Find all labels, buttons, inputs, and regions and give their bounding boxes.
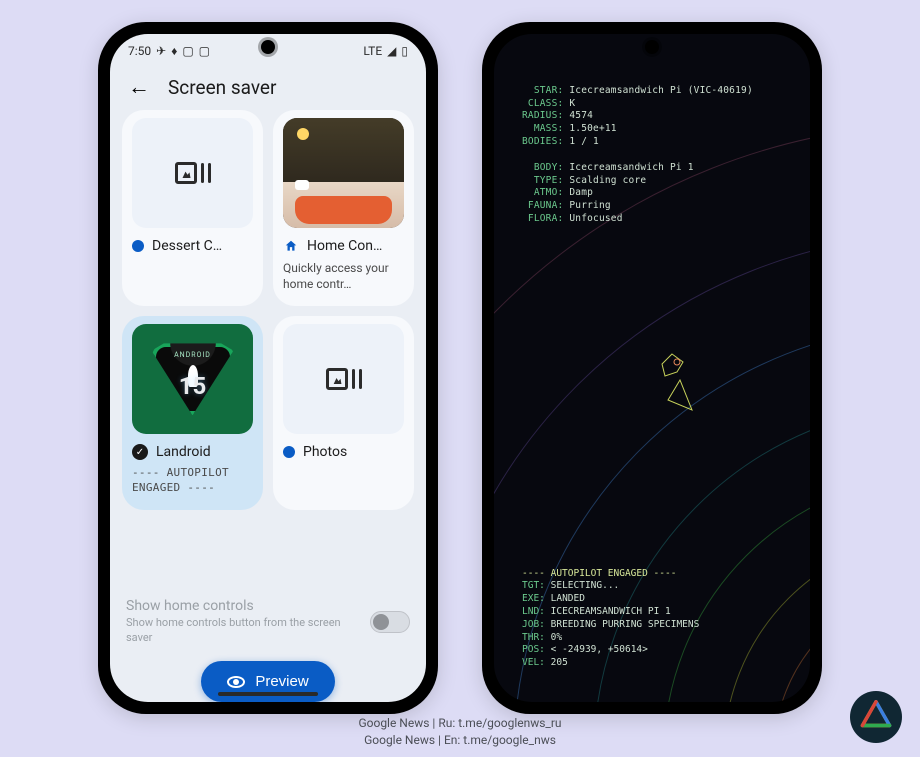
eye-icon	[227, 676, 245, 688]
sofa-illustration	[295, 196, 392, 224]
youtube-icon-2: ▢	[199, 44, 210, 58]
screensaver-tile-landroid[interactable]: ANDROID 15 ✓ Landroid ---- AUTOPILOT ENG…	[122, 316, 263, 510]
network-label: LTE	[363, 44, 382, 58]
youtube-icon: ▢	[182, 44, 193, 58]
tile-thumb	[132, 118, 253, 228]
android-badge-text: ANDROID	[174, 351, 211, 359]
footer-line-1: Google News | Ru: t.me/googlenws_ru	[0, 715, 920, 732]
setting-title: Show home controls	[126, 598, 254, 614]
home-controls-toggle[interactable]	[370, 611, 410, 633]
android-version-number: 15	[179, 372, 207, 400]
telegram-icon: ✈	[156, 44, 166, 58]
battery-icon: ▯	[401, 44, 408, 58]
phone-right: STAR: Icecreamsandwich Pi (VIC-40619) CL…	[482, 22, 822, 714]
camera-icon	[295, 180, 309, 190]
tile-label: Dessert C…	[152, 238, 222, 254]
footer-line-2: Google News | En: t.me/google_nws	[0, 732, 920, 749]
footer-credit: Google News | Ru: t.me/googlenws_ru Goog…	[0, 715, 920, 749]
terminal-bottom-block: ---- AUTOPILOT ENGAGED ---- TGT: SELECTI…	[522, 555, 699, 670]
slideshow-icon	[326, 368, 362, 390]
phone-left: 7:50 ✈ ♦ ▢ ▢ LTE ◢ ▯ ← Screen saver	[98, 22, 438, 714]
tile-label: Home Con…	[307, 238, 382, 254]
screensaver-tile-photos[interactable]: Photos	[273, 316, 414, 510]
flame-icon: ♦	[171, 44, 177, 58]
terminal-top-block: STAR: Icecreamsandwich Pi (VIC-40619) CL…	[522, 72, 753, 226]
page-title: Screen saver	[168, 76, 276, 99]
show-home-controls-row[interactable]: Show home controls Show home controls bu…	[110, 588, 426, 645]
tile-thumb: ANDROID 15	[132, 324, 253, 434]
tile-subtitle: Quickly access your home contr…	[283, 260, 404, 292]
radio-selected-icon: ✓	[132, 444, 148, 460]
tile-thumb	[283, 118, 404, 228]
screensaver-tile-home-controls[interactable]: Home Con… Quickly access your home contr…	[273, 110, 414, 306]
radio-unselected-icon	[283, 446, 295, 458]
screensaver-tile-dessert[interactable]: Dessert C…	[122, 110, 263, 306]
preview-label: Preview	[255, 673, 308, 690]
tile-label: Photos	[303, 444, 347, 460]
back-button[interactable]: ←	[128, 74, 150, 100]
tile-subtitle: ---- AUTOPILOT ENGAGED ----	[132, 466, 253, 496]
status-time: 7:50	[128, 44, 151, 58]
signal-icon: ◢	[387, 44, 396, 58]
radio-unselected-icon	[132, 240, 144, 252]
tile-thumb	[283, 324, 404, 434]
landroid-screensaver: STAR: Icecreamsandwich Pi (VIC-40619) CL…	[494, 34, 810, 702]
camera-hole	[645, 40, 659, 54]
camera-hole	[261, 40, 275, 54]
slideshow-icon	[175, 162, 211, 184]
bulb-icon	[297, 128, 309, 140]
channel-logo	[850, 691, 902, 743]
tile-label: Landroid	[156, 444, 211, 460]
setting-subtitle: Show home controls button from the scree…	[126, 616, 360, 645]
gesture-handle[interactable]	[218, 692, 318, 696]
home-icon	[283, 239, 299, 253]
